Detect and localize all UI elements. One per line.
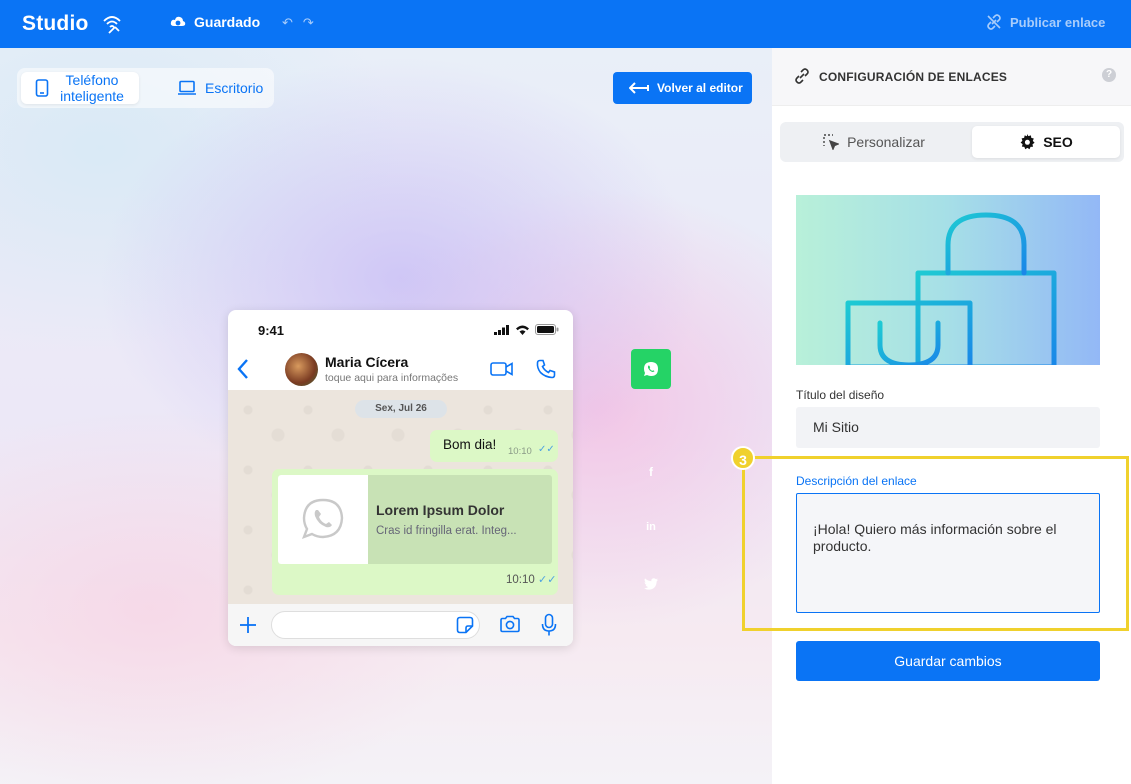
linkedin-icon[interactable]: in	[643, 521, 659, 533]
shopping-bags-icon	[845, 212, 1057, 365]
device-desktop-button[interactable]: Escritorio	[177, 72, 272, 104]
microphone-icon[interactable]	[541, 613, 557, 637]
link-description-label: Descripción del enlace	[796, 474, 917, 488]
back-to-editor-label: Volver al editor	[657, 81, 743, 95]
link-title: Lorem Ipsum Dolor	[376, 502, 505, 518]
design-title-label: Título del diseño	[796, 388, 885, 402]
saved-status: Guardado	[170, 14, 260, 30]
contact-subtitle: toque aqui para informações	[325, 372, 459, 384]
link-thumbnail	[278, 475, 368, 564]
contact-name: Maria Cícera	[325, 354, 409, 370]
help-icon[interactable]: ?	[1102, 68, 1116, 82]
link-off-icon	[987, 14, 1001, 30]
link-message-bubble: Lorem Ipsum Dolor Cras id fringilla erat…	[272, 469, 558, 595]
seo-preview-image[interactable]	[796, 195, 1100, 365]
message-bubble: Bom dia! 10:10 ✓✓	[430, 430, 558, 462]
phone-call-icon[interactable]	[536, 359, 556, 379]
step-badge: 3	[731, 446, 755, 470]
signal-icon	[494, 324, 509, 335]
tab-personalizar-label: Personalizar	[847, 134, 925, 150]
whatsapp-icon	[301, 498, 344, 540]
gear-icon	[1020, 134, 1035, 150]
battery-icon	[535, 324, 559, 335]
link-description: Cras id fringilla erat. Integ...	[376, 525, 517, 537]
wifi-icon	[516, 325, 529, 335]
camera-icon[interactable]	[499, 615, 521, 633]
link-preview-card[interactable]: Lorem Ipsum Dolor Cras id fringilla erat…	[278, 475, 552, 564]
device-phone-button[interactable]: Teléfono inteligente	[21, 72, 139, 104]
back-to-editor-button[interactable]: Volver al editor	[613, 72, 752, 104]
chat-input-bar	[228, 604, 573, 646]
sticker-icon[interactable]	[456, 616, 474, 634]
message-text: Bom dia!	[443, 437, 497, 452]
cloud-check-icon	[170, 16, 186, 26]
laptop-icon	[178, 80, 196, 95]
panel-header: CONFIGURACIÓN DE ENLACES ?	[772, 48, 1131, 106]
panel-title: CONFIGURACIÓN DE ENLACES	[819, 70, 1008, 84]
facebook-icon[interactable]: f	[643, 465, 659, 479]
wifi-hand-icon	[103, 16, 121, 34]
avatar	[285, 353, 318, 386]
date-pill: Sex, Jul 26	[355, 400, 447, 418]
double-check-icon: ✓✓	[538, 444, 555, 455]
double-check-icon: ✓✓	[538, 574, 557, 586]
link-description-textarea[interactable]: ¡Hola! Quiero más información sobre el p…	[796, 493, 1100, 613]
message-input[interactable]	[271, 611, 480, 639]
device-toggle: Teléfono inteligente Escritorio	[17, 68, 274, 108]
preview-canvas: Teléfono inteligente Escritorio Volver a…	[0, 48, 772, 784]
saved-label: Guardado	[194, 14, 261, 30]
chat-header: Maria Cícera toque aqui para informações	[228, 348, 573, 390]
tab-personalizar[interactable]: Personalizar	[784, 126, 964, 158]
arrow-back-icon	[629, 82, 649, 94]
message-time: 10:10	[508, 446, 532, 457]
message-time: 10:10	[506, 574, 535, 586]
chevron-left-icon[interactable]	[236, 358, 250, 380]
publish-link-button[interactable]: Publicar enlace	[986, 14, 1105, 30]
video-call-icon[interactable]	[490, 361, 514, 377]
plus-icon[interactable]	[238, 615, 258, 635]
publish-label: Publicar enlace	[1010, 14, 1106, 30]
device-desktop-label: Escritorio	[205, 80, 264, 96]
whatsapp-icon	[644, 362, 658, 376]
whatsapp-share-button[interactable]	[631, 349, 671, 389]
redo-icon[interactable]: ↷	[303, 15, 314, 31]
select-cursor-icon	[823, 134, 840, 150]
panel-tabs: Personalizar SEO	[780, 122, 1124, 162]
link-icon	[795, 68, 809, 84]
smartphone-icon	[35, 79, 49, 97]
tab-seo-label: SEO	[1043, 134, 1073, 150]
app-logo: Studio	[22, 12, 89, 35]
top-bar: Studio Guardado ↶ ↷ Publicar enlace	[0, 0, 1131, 48]
design-title-input[interactable]: Mi Sitio	[796, 407, 1100, 448]
phone-preview: 9:41 Maria Cícera toque aqui para inform…	[228, 310, 573, 646]
status-time: 9:41	[258, 323, 285, 338]
twitter-icon[interactable]	[643, 578, 659, 590]
device-phone-label: Teléfono inteligente	[60, 72, 124, 104]
undo-icon[interactable]: ↶	[282, 15, 293, 31]
save-changes-button[interactable]: Guardar cambios	[796, 641, 1100, 681]
chat-body: Sex, Jul 26 Bom dia! 10:10 ✓✓ Lorem Ipsu…	[228, 390, 573, 604]
tab-seo[interactable]: SEO	[972, 126, 1120, 158]
